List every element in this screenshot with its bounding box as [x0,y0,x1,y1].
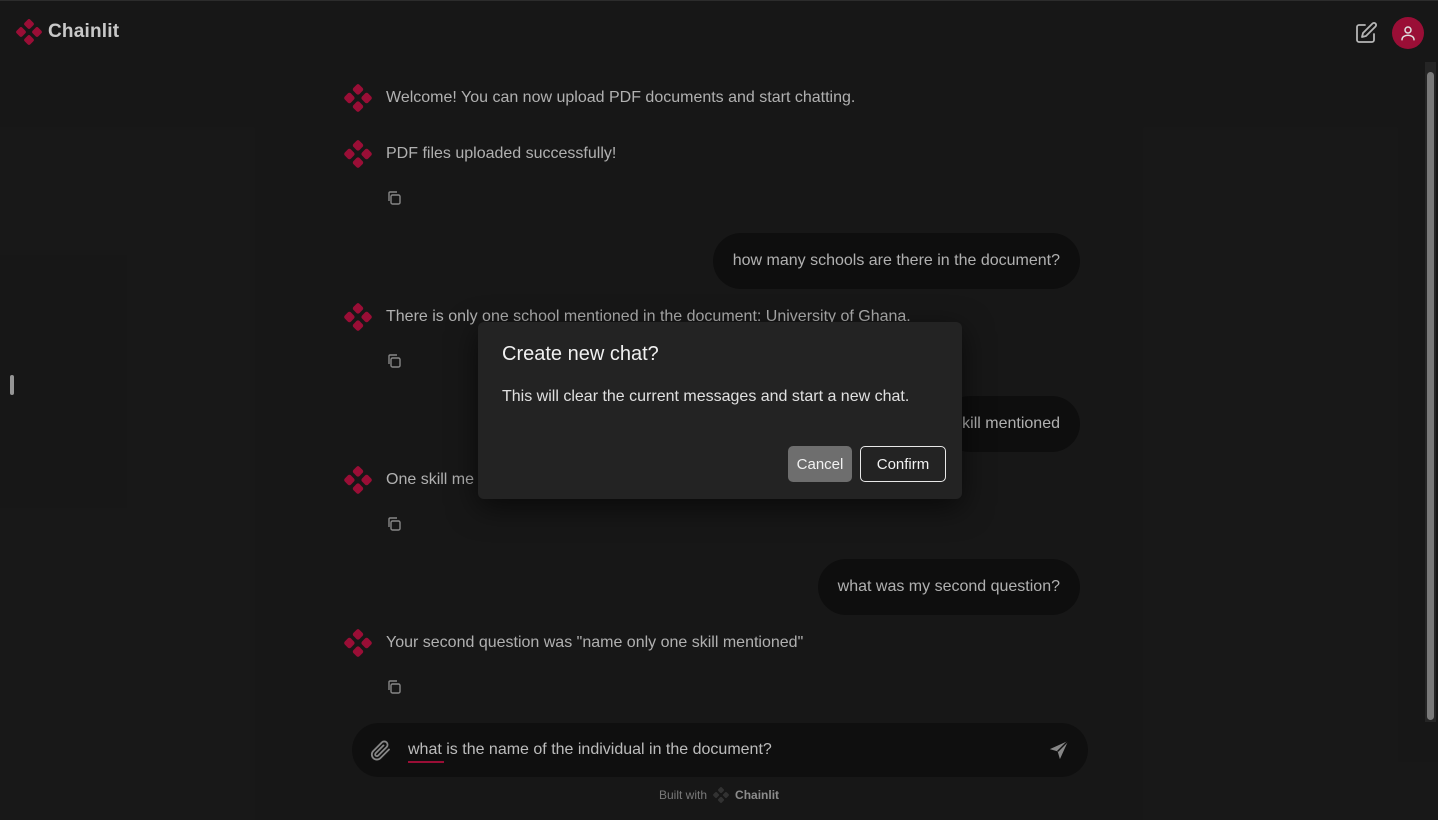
cancel-button[interactable]: Cancel [788,446,852,482]
confirm-button[interactable]: Confirm [860,446,946,482]
new-chat-dialog: Create new chat? This will clear the cur… [478,322,962,499]
dialog-title: Create new chat? [502,343,659,365]
dialog-body: This will clear the current messages and… [502,388,910,405]
